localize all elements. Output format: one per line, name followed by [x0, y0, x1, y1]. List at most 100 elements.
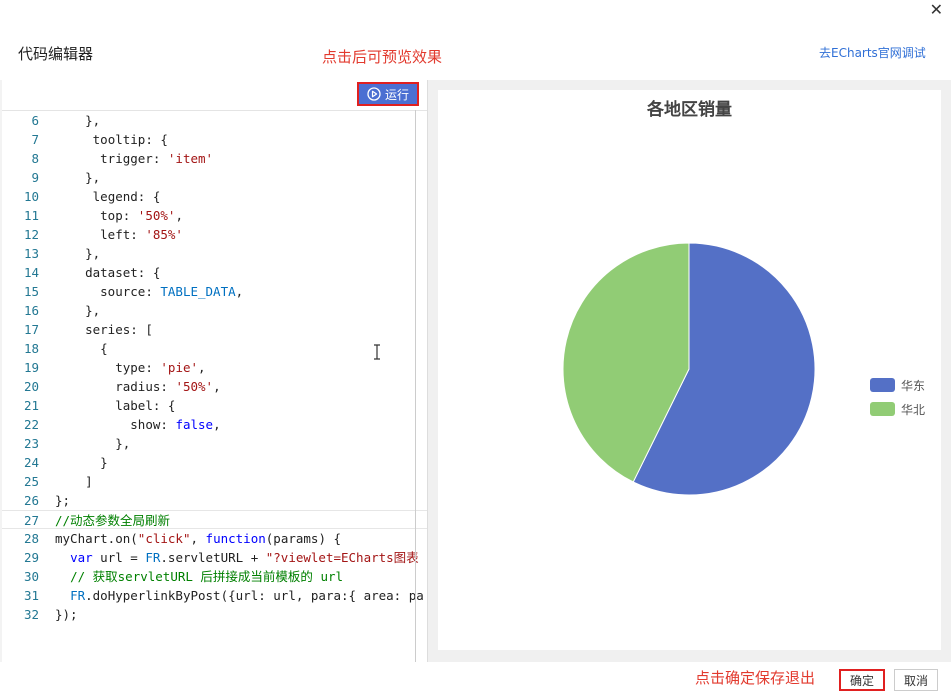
line-number: 7: [31, 132, 39, 147]
code-text: });: [55, 607, 78, 622]
code-line: 16 },: [2, 301, 427, 320]
play-circle-icon: [367, 87, 381, 101]
dialog-topbar: ✕: [0, 0, 951, 22]
code-line: 20 radius: '50%',: [2, 377, 427, 396]
code-line: 12 left: '85%': [2, 225, 427, 244]
save-hint-annotation: 点击确定保存退出: [695, 669, 816, 687]
code-text: label: {: [115, 398, 176, 413]
dialog-header: 代码编辑器 点击后可预览效果 去ECharts官网调试: [0, 22, 951, 80]
dialog-title: 代码编辑器: [18, 45, 94, 63]
line-number: 18: [23, 341, 39, 356]
line-number: 13: [23, 246, 39, 261]
line-number: 17: [23, 322, 39, 337]
code-text: left: '85%': [100, 227, 183, 242]
editor-divider: [415, 110, 416, 662]
code-line: 6 },: [2, 111, 427, 130]
code-text: top: '50%',: [100, 208, 183, 223]
code-text: },: [55, 170, 101, 185]
code-line: 19 type: 'pie',: [2, 358, 427, 377]
code-line: 29 var url = FR.servletURL + "?viewlet=E…: [2, 548, 427, 567]
editor-toolbar: 运行: [2, 80, 427, 111]
chart-legend: 华东 华北: [870, 373, 925, 421]
chart-preview: 各地区销量 华东 华北: [438, 90, 941, 650]
code-text: var url = FR.servletURL + "?viewlet=ECha…: [70, 550, 419, 565]
code-text: source: TABLE_DATA,: [100, 284, 244, 299]
line-number: 15: [23, 284, 39, 299]
legend-item[interactable]: 华北: [870, 397, 925, 421]
code-line: 22 show: false,: [2, 415, 427, 434]
line-number: 21: [23, 398, 39, 413]
line-number: 6: [31, 113, 39, 128]
dialog-footer: 点击确定保存退出 确定 取消: [0, 662, 951, 694]
line-number: 8: [31, 151, 39, 166]
code-line: 10 legend: {: [2, 187, 427, 206]
code-line: 32});: [2, 605, 427, 624]
line-number: 12: [23, 227, 39, 242]
echarts-debug-link[interactable]: 去ECharts官网调试: [819, 44, 926, 61]
line-number: 14: [23, 265, 39, 280]
line-number: 16: [23, 303, 39, 318]
code-editor-pane: 运行 6 }, 7 tooltip: {8 trigger: 'item' 9 },…: [2, 80, 428, 662]
code-line: 11 top: '50%',: [2, 206, 427, 225]
line-number: 31: [23, 588, 39, 603]
code-text: {: [55, 341, 108, 356]
code-text: myChart.on("click", function(params) {: [55, 531, 342, 546]
pie-chart: [562, 242, 816, 496]
run-button[interactable]: 运行: [357, 82, 419, 106]
line-number: 22: [23, 417, 39, 432]
line-number: 10: [23, 189, 39, 204]
preview-pane: 各地区销量 华东 华北: [428, 80, 951, 662]
code-line: 27 //动态参数全局刷新: [2, 510, 427, 529]
text-cursor-icon: [374, 344, 380, 360]
code-line: 13 },: [2, 244, 427, 263]
legend-swatch: [870, 378, 895, 392]
preview-hint-annotation: 点击后可预览效果: [322, 48, 443, 66]
line-number: 27: [23, 513, 39, 528]
code-editor-dialog: ✕ 代码编辑器 点击后可预览效果 去ECharts官网调试 运行 6 }, 7 t…: [0, 0, 951, 694]
line-number: 25: [23, 474, 39, 489]
code-line: 14 dataset: {: [2, 263, 427, 282]
line-number: 23: [23, 436, 39, 451]
code-text: series: [: [85, 322, 153, 337]
code-line: 21 label: {: [2, 396, 427, 415]
code-text: },: [55, 113, 101, 128]
code-text: };: [55, 493, 71, 508]
code-text: //动态参数全局刷新: [55, 513, 171, 528]
code-line: 17 series: [: [2, 320, 427, 339]
code-text: legend: {: [92, 189, 161, 204]
code-text: },: [55, 436, 131, 451]
code-text: },: [55, 246, 101, 261]
code-line: 28 myChart.on("click", function(params) {: [2, 529, 427, 548]
code-text: trigger: 'item': [100, 151, 214, 166]
code-text: tooltip: {: [92, 132, 168, 147]
line-number: 24: [23, 455, 39, 470]
line-number: 30: [23, 569, 39, 584]
code-text: }: [55, 455, 108, 470]
line-number: 28: [23, 531, 39, 546]
code-text: radius: '50%',: [115, 379, 221, 394]
code-text: // 获取servletURL 后拼接成当前模板的 url: [70, 569, 344, 584]
line-number: 26: [23, 493, 39, 508]
line-number: 9: [31, 170, 39, 185]
line-number: 32: [23, 607, 39, 622]
code-line: 26};: [2, 491, 427, 510]
code-area[interactable]: 6 }, 7 tooltip: {8 trigger: 'item' 9 }, 10 …: [2, 110, 427, 662]
code-line: 15 source: TABLE_DATA,: [2, 282, 427, 301]
code-text: FR.doHyperlinkByPost({url: url, para:{ a…: [70, 588, 424, 603]
code-text: },: [55, 303, 101, 318]
code-line: 7 tooltip: {: [2, 130, 427, 149]
line-number: 20: [23, 379, 39, 394]
confirm-button[interactable]: 确定: [839, 669, 885, 691]
code-text: show: false,: [130, 417, 221, 432]
code-line: 24 }: [2, 453, 427, 472]
line-number: 19: [23, 360, 39, 375]
code-line: 18 {: [2, 339, 427, 358]
line-number: 11: [23, 208, 39, 223]
legend-item[interactable]: 华东: [870, 373, 925, 397]
code-text: dataset: {: [85, 265, 161, 280]
cancel-button[interactable]: 取消: [894, 669, 938, 691]
code-line: 23 },: [2, 434, 427, 453]
legend-label: 华东: [901, 378, 926, 393]
close-icon[interactable]: ✕: [930, 0, 943, 20]
legend-label: 华北: [901, 402, 926, 417]
